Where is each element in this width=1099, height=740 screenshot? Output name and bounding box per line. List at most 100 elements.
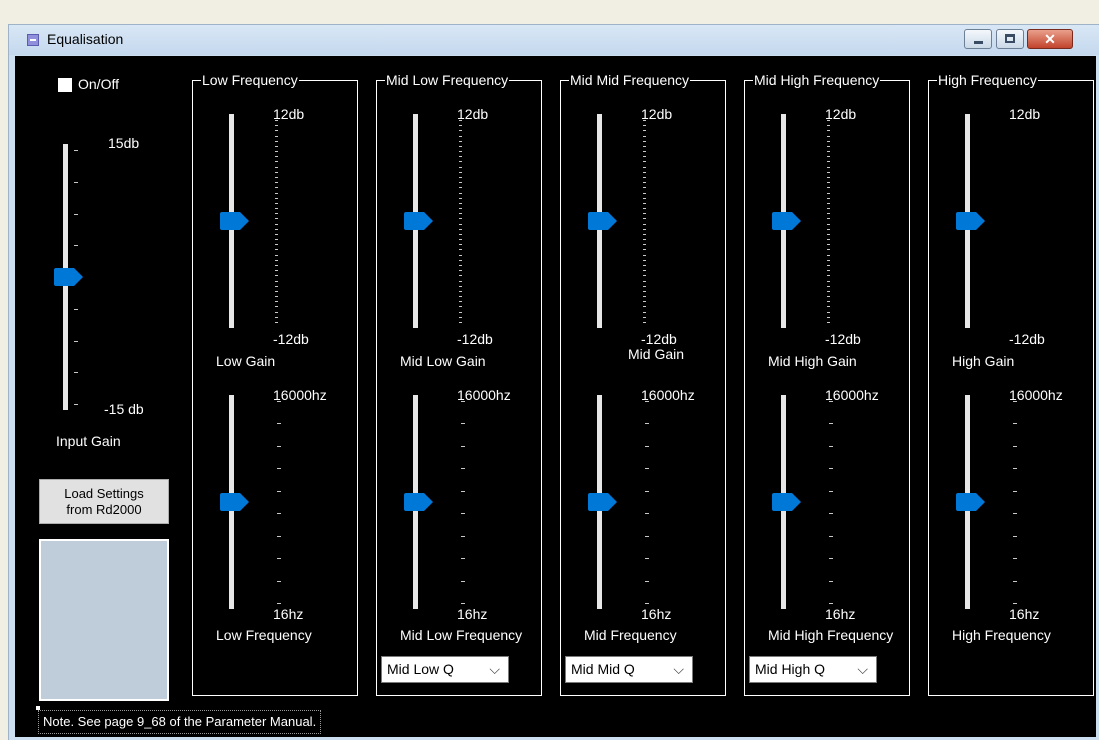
q-select-band-2[interactable]: Mid Low Q ⌵ [381,656,509,683]
freq-slider-band-3-thumb[interactable] [588,493,618,511]
freq-slider-band-2-tick [461,445,465,447]
gain-slider-band-1-tick [275,265,278,267]
freq-slider-band-1-tick [277,513,281,515]
chevron-down-icon: ⌵ [489,661,500,677]
gain-slider-band-3[interactable] [588,114,649,328]
gain-slider-band-1-thumb[interactable] [220,212,250,230]
freq-slider-band-4-thumb[interactable] [772,493,802,511]
gain-top-label: 12db [1009,106,1041,122]
gain-slider-band-3-tick [643,290,646,292]
gain-slider-band-4-tick [827,187,830,189]
freq-slider-band-4-tick [829,513,833,515]
freq-slider-band-1-tick [277,445,281,447]
gain-slider-band-3-tick [643,197,646,199]
gain-slider-band-2-thumb[interactable] [404,212,434,230]
band-group-2: Mid Low Frequency 12db -12db Mid Low Gain 16… [376,72,542,696]
gain-slider-band-4-tick [827,316,830,318]
gain-caption: Mid High Gain [768,353,857,369]
gain-slider-band-3-tick [643,306,646,308]
freq-slider-band-5-thumb[interactable] [956,493,986,511]
input-gain-inner-tick [74,404,78,405]
freq-slider-band-3-tick [645,423,649,425]
gain-slider-band-2-tick [459,161,462,163]
gain-slider-band-2[interactable] [404,114,465,328]
freq-slider-band-3-tick [645,603,649,604]
freq-slider-band-3-tick [645,558,649,560]
input-gain-inner-thumb[interactable] [54,268,84,286]
freq-slider-band-4-tick [829,558,833,560]
gain-slider-band-1[interactable] [220,114,281,328]
gain-top-label: 12db [825,106,857,122]
onoff-checkbox[interactable] [58,78,72,92]
band-legend: Mid Low Frequency [385,72,510,88]
gain-slider-band-2-tick [459,171,462,173]
freq-top-label: 16000hz [1009,387,1063,403]
gain-slider-band-1-tick [275,280,278,282]
gain-slider-band-4[interactable] [772,114,833,328]
input-gain-inner[interactable] [54,144,115,410]
close-button[interactable]: ✕ [1027,29,1073,49]
input-gain-bottom-label: -15 db [104,401,144,417]
freq-slider-band-1-thumb[interactable] [220,493,250,511]
input-gain-slider[interactable] [54,144,115,410]
gain-slider-band-1-tick [275,301,278,303]
freq-slider-band-4[interactable] [772,395,833,609]
input-gain-inner-tick [74,150,78,151]
q-select-band-3[interactable]: Mid Mid Q ⌵ [565,656,693,683]
freq-slider-band-1[interactable] [220,395,281,609]
gain-slider-band-1-tick [275,192,278,194]
freq-slider-band-5[interactable] [956,395,1017,609]
gain-slider-band-1-tick [275,166,278,168]
gain-slider-band-2-tick [459,202,462,204]
gain-slider-band-1-tick [275,223,278,225]
gain-slider-band-3-tick [643,145,646,147]
freq-slider-band-3[interactable] [588,395,649,609]
gain-slider-band-1-tick [275,270,278,272]
gain-slider-band-4-tick [827,197,830,199]
title-bar: Equalisation ✕ [9,25,1099,55]
freq-slider-band-4-tick [829,603,833,604]
gain-slider-band-2-tick [459,156,462,158]
gain-slider-band-3-tick [643,316,646,318]
freq-slider-band-2-tick [461,513,465,515]
gain-slider-band-2-tick [459,254,462,256]
gain-slider-band-4-tick [827,311,830,313]
freq-slider-band-1-tick [277,490,281,492]
gain-slider-band-2-tick [459,233,462,235]
gain-slider-band-4-tick [827,130,830,132]
note-label: Note. See page 9_68 of the Parameter Man… [38,710,322,734]
load-settings-button[interactable]: Load Settings from Rd2000 [39,479,169,524]
freq-slider-band-5-tick [1013,445,1017,447]
gain-slider-band-2-tick [459,197,462,199]
freq-slider-band-3-tick [645,468,649,470]
maximize-button[interactable] [996,29,1024,49]
freq-bottom-label: 16hz [825,606,856,622]
gain-slider-band-4-thumb[interactable] [772,212,802,230]
gain-top-label: 12db [457,106,489,122]
freq-slider-band-3-tick [645,445,649,447]
q-select-band-4[interactable]: Mid High Q ⌵ [749,656,877,683]
freq-slider-band-1-tick [277,423,281,425]
maximize-icon [1005,34,1015,43]
load-settings-label-line2: from Rd2000 [66,502,142,517]
freq-slider-band-3-tick [645,490,649,492]
gain-slider-band-3-tick [643,125,646,127]
freq-slider-band-2-thumb[interactable] [404,493,434,511]
gain-slider-band-4-tick [827,161,830,163]
gain-slider-band-5-thumb[interactable] [956,212,986,230]
gain-slider-band-2-tick [459,306,462,308]
freq-slider-band-5-tick [1013,423,1017,425]
minimize-button[interactable] [964,29,992,49]
gain-slider-band-3-thumb[interactable] [588,212,618,230]
gain-slider-band-3-tick [643,156,646,158]
band-group-4: Mid High Frequency 12db -12db Mid High Gain… [744,72,910,696]
freq-slider-band-4-tick [829,445,833,447]
chevron-down-icon: ⌵ [673,661,684,677]
gain-slider-band-1-tick [275,244,278,246]
gain-slider-band-3-tick [643,171,646,173]
freq-slider-band-2[interactable] [404,395,465,609]
gain-slider-band-5[interactable] [956,114,1017,328]
equalisation-client-area: On/Off 15db -15 db Input Gain Load Setti… [15,56,1096,737]
close-icon: ✕ [1044,31,1056,47]
freq-slider-band-4-tick [829,490,833,492]
